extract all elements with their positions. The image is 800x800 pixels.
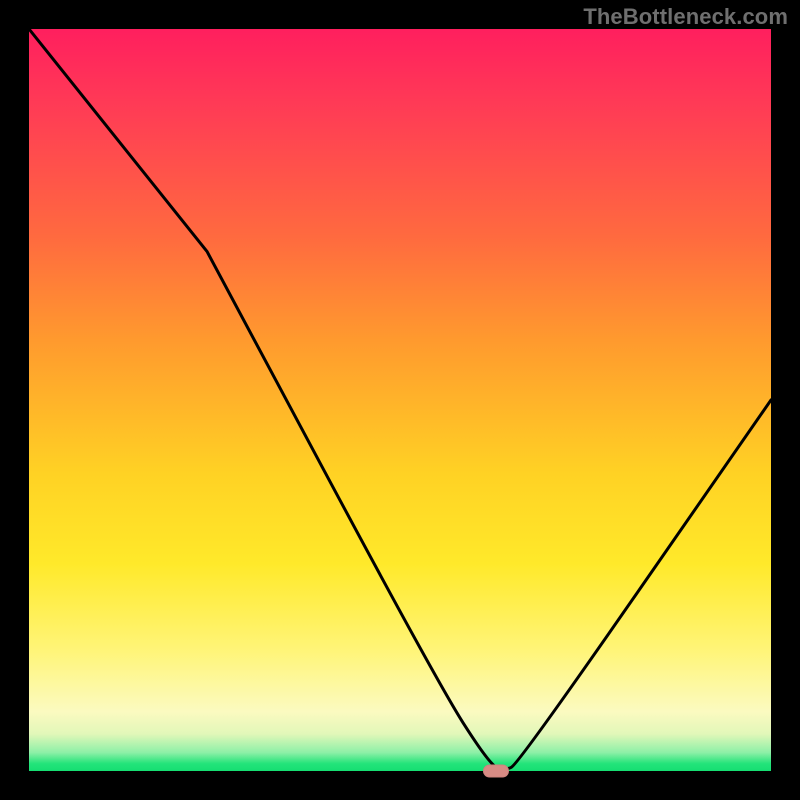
chart-frame: TheBottleneck.com bbox=[0, 0, 800, 800]
watermark-text: TheBottleneck.com bbox=[583, 4, 788, 30]
bottleneck-curve bbox=[29, 29, 771, 771]
plot-area bbox=[29, 29, 771, 771]
optimal-marker bbox=[483, 765, 509, 778]
